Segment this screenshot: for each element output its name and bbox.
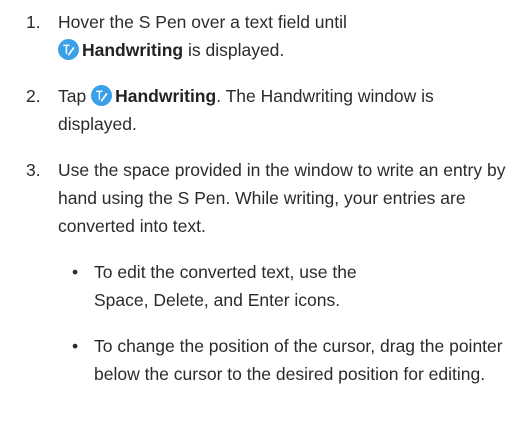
step-number: 2. [26,86,41,106]
step-3: 3. Use the space provided in the window … [26,156,520,240]
handwriting-label: Handwriting [82,40,184,60]
bullet-dot: • [72,262,79,282]
bullet-dot: • [72,336,79,356]
step-text-tail: is displayed. [183,40,285,60]
step-text: Hover the S Pen over a text field until [58,12,347,32]
step-1: 1. Hover the S Pen over a text field unt… [26,8,520,64]
bullet-item-1: • To edit the converted text, use the Sp… [72,258,520,314]
handwriting-label: Handwriting [115,86,217,106]
step-2: 2. Tap Handwriting. The Handwriting wind… [26,82,520,138]
handwriting-icon [91,85,113,106]
bullet-text: To change the position of the cursor, dr… [94,336,503,384]
handwriting-icon [58,39,79,60]
step-number: 1. [26,12,41,32]
bullet-item-2: • To change the position of the cursor, … [72,332,520,388]
step-text-lead: Tap [58,86,92,106]
bullet-text: To edit the converted text, use the Spac… [94,262,357,310]
step-number: 3. [26,160,41,180]
step-text: Use the space provided in the window to … [58,160,506,236]
